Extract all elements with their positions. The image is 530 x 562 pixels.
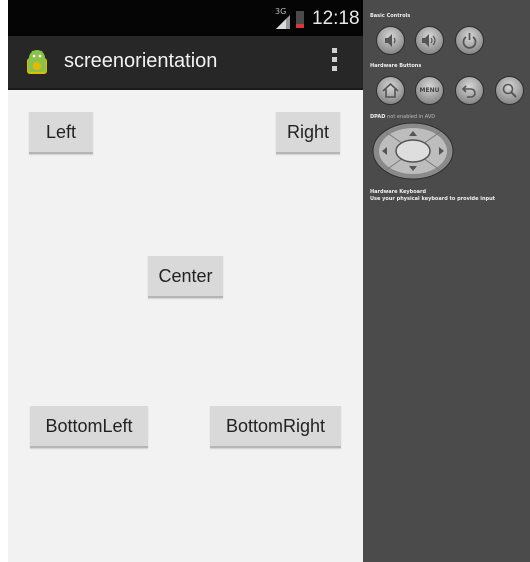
android-icon xyxy=(27,50,47,74)
bottom-left-button[interactable]: BottomLeft xyxy=(30,406,148,448)
back-icon[interactable] xyxy=(455,76,484,105)
basic-controls-label: Basic Controls xyxy=(370,13,411,19)
signal-icon: 3G xyxy=(274,7,292,29)
volume-down-icon[interactable] xyxy=(376,26,405,55)
app-title: screenorientation xyxy=(64,50,218,72)
main-content: Left Right Center BottomLeft BottomRight xyxy=(8,90,363,562)
menu-button[interactable]: MENU xyxy=(415,76,444,105)
action-bar: screenorientation xyxy=(8,36,363,90)
emulator-controls-panel: Basic Controls Hardware Buttons MENU DPA… xyxy=(363,0,530,562)
power-icon[interactable] xyxy=(455,26,484,55)
battery-icon xyxy=(296,9,304,28)
center-button[interactable]: Center xyxy=(148,256,223,298)
dpad-label: DPAD not enabled in AVD xyxy=(370,114,435,120)
hardware-keyboard-label: Hardware Keyboard xyxy=(370,189,427,195)
right-button[interactable]: Right xyxy=(276,112,340,154)
dpad[interactable] xyxy=(372,122,454,180)
home-icon[interactable] xyxy=(376,76,405,105)
search-icon[interactable] xyxy=(495,76,524,105)
status-bar: 3G 12:18 xyxy=(8,0,363,36)
volume-up-icon[interactable] xyxy=(415,26,444,55)
overflow-menu-icon[interactable] xyxy=(328,48,340,76)
hardware-keyboard-note: Use your physical keyboard to provide in… xyxy=(370,196,496,202)
dpad-note: not enabled in AVD xyxy=(387,114,436,120)
left-button[interactable]: Left xyxy=(29,112,93,154)
bottom-right-button[interactable]: BottomRight xyxy=(210,406,341,448)
menu-button-label: MENU xyxy=(419,87,440,94)
emulator-screen: 3G 12:18 screenorientation Left Right Ce… xyxy=(8,0,363,562)
dpad-title: DPAD xyxy=(370,114,386,120)
hardware-buttons-label: Hardware Buttons xyxy=(370,63,422,69)
status-time: 12:18 xyxy=(312,8,360,29)
